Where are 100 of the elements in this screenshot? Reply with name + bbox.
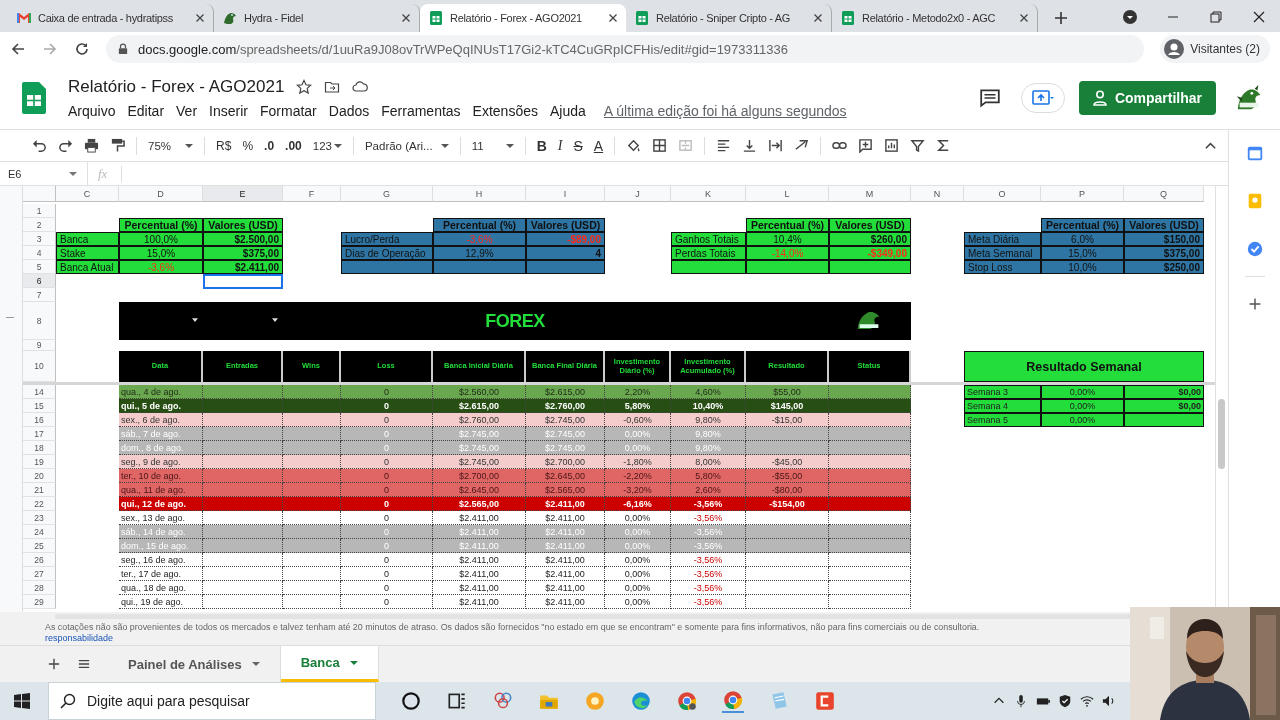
row-header[interactable]: 8	[23, 302, 56, 340]
column-header[interactable]: N	[911, 186, 964, 202]
dropdown-icon[interactable]	[1122, 9, 1138, 25]
row-header[interactable]: 22	[23, 497, 56, 511]
menu-item[interactable]: Extensões	[472, 102, 538, 119]
address-field[interactable]: docs.google.com/spreadsheets/d/1uuRa9J08ovTrWPeQqINUsT17Gi2-kTC4CuGRpICFHis/edit#gid=1973311336	[106, 35, 1145, 63]
maximize-icon[interactable]	[1208, 9, 1224, 25]
comment-icon[interactable]	[978, 86, 1001, 109]
close-icon[interactable]	[401, 13, 411, 23]
menu-item[interactable]: Ferramentas	[381, 102, 461, 119]
column-header[interactable]: L	[746, 186, 829, 202]
back-icon[interactable]	[10, 41, 26, 57]
check-icon[interactable]	[1245, 240, 1264, 258]
fill-color-icon[interactable]	[626, 138, 642, 153]
comment-icon[interactable]	[858, 138, 874, 153]
column-header[interactable]: J	[605, 186, 671, 202]
number-format-dropdown[interactable]: 123	[312, 139, 342, 152]
row-header[interactable]: 25	[23, 539, 56, 553]
reload-icon[interactable]	[74, 41, 90, 57]
selected-cell[interactable]	[203, 274, 283, 289]
column-header[interactable]: M	[829, 186, 911, 202]
document-title[interactable]: Relatório - Forex - AGO2021	[68, 76, 285, 97]
chart-icon[interactable]	[884, 138, 900, 153]
column-header[interactable]: C	[56, 186, 119, 202]
text-color-button[interactable]: A	[593, 137, 604, 154]
column-header[interactable]: F	[283, 186, 341, 202]
shield-icon[interactable]	[1058, 694, 1072, 708]
row-header[interactable]: 28	[23, 581, 56, 595]
bold-button[interactable]: B	[536, 137, 547, 154]
app-icon[interactable]	[814, 690, 836, 712]
font-size-dropdown[interactable]: 11	[471, 139, 514, 152]
row-header[interactable]: 19	[23, 455, 56, 469]
star-icon[interactable]	[296, 78, 313, 95]
column-header[interactable]: H	[433, 186, 526, 202]
wifi-icon[interactable]	[1080, 694, 1094, 708]
close-icon[interactable]	[1251, 9, 1267, 25]
microphone-icon[interactable]	[1014, 694, 1028, 708]
strikethrough-button[interactable]: S	[573, 137, 583, 154]
italic-button[interactable]: I	[557, 137, 563, 154]
redo-icon[interactable]	[58, 138, 73, 153]
browser-tab[interactable]: Caixa de entrada - hydratipss	[8, 4, 214, 32]
print-icon[interactable]	[84, 138, 99, 153]
row-header[interactable]: 17	[23, 427, 56, 441]
row-header[interactable]: 14	[23, 385, 56, 399]
row-header[interactable]: 20	[23, 469, 56, 483]
row-header[interactable]: 27	[23, 567, 56, 581]
browser-icon[interactable]	[630, 690, 652, 712]
row-header[interactable]: 10	[23, 351, 56, 382]
browser-tab[interactable]: Relatório - Forex - AGO2021	[420, 4, 626, 32]
browser-icon[interactable]	[676, 690, 698, 712]
row-header[interactable]: 9	[23, 340, 56, 351]
row-header[interactable]: 4	[23, 246, 56, 260]
search-field[interactable]: Digite aqui para pesquisar	[48, 682, 376, 720]
row-header[interactable]: 29	[23, 595, 56, 609]
calendar-icon[interactable]	[1245, 144, 1264, 162]
dropdown-icon[interactable]	[192, 318, 198, 322]
row-header[interactable]: 7	[23, 288, 56, 302]
browser-tab[interactable]: Relatório - Sniper Cripto - AG	[626, 4, 832, 32]
percent-button[interactable]: %	[242, 138, 254, 153]
speaker-icon[interactable]	[1102, 694, 1116, 708]
row-header[interactable]: 24	[23, 525, 56, 539]
menu-item[interactable]: Formatar	[259, 102, 317, 119]
row-header[interactable]: 26	[23, 553, 56, 567]
share-button[interactable]: Compartilhar	[1078, 80, 1216, 115]
wrap-icon[interactable]	[768, 138, 784, 153]
currency-button[interactable]: R$	[216, 138, 232, 153]
profile-button[interactable]: Visitantes (2)	[1160, 35, 1270, 63]
column-header[interactable]: Q	[1124, 186, 1204, 202]
row-header[interactable]: 2	[23, 218, 56, 232]
menu-item[interactable]: Editar	[127, 102, 165, 119]
dropdown-icon[interactable]	[272, 318, 278, 322]
column-header[interactable]: E	[203, 186, 283, 202]
row-header[interactable]: 21	[23, 483, 56, 497]
row-header[interactable]: 15	[23, 399, 56, 413]
close-icon[interactable]	[195, 13, 205, 23]
column-header[interactable]: K	[671, 186, 746, 202]
close-icon[interactable]	[608, 13, 618, 23]
column-header[interactable]: P	[1041, 186, 1124, 202]
menu-item[interactable]: Ajuda	[549, 102, 586, 119]
row-header[interactable]: 6	[23, 274, 56, 288]
scrollbar-thumb[interactable]	[1218, 399, 1225, 469]
column-header[interactable]: O	[964, 186, 1041, 202]
windows-icon[interactable]	[14, 693, 30, 709]
borders-icon[interactable]	[652, 138, 668, 153]
align-icon[interactable]	[716, 138, 732, 153]
vertical-align-icon[interactable]	[742, 138, 758, 153]
disclaimer-link[interactable]: responsabilidade	[45, 633, 114, 644]
rotate-text-icon[interactable]	[794, 138, 810, 153]
close-icon[interactable]	[1019, 13, 1029, 23]
row-header[interactable]: 18	[23, 441, 56, 455]
menu-item[interactable]: Inserir	[209, 102, 248, 119]
add-sheet-icon[interactable]	[48, 658, 60, 670]
column-header[interactable]: G	[341, 186, 433, 202]
row-header[interactable]: 1	[23, 204, 56, 218]
undo-icon[interactable]	[32, 138, 47, 153]
last-edit-link[interactable]: A última edição foi há alguns segundos	[603, 102, 847, 119]
font-dropdown[interactable]: Padrão (Ari...	[364, 139, 449, 152]
menu-item[interactable]: Arquivo	[68, 102, 116, 119]
increase-decimals-button[interactable]: .00	[285, 138, 302, 153]
menu-item[interactable]: Ver	[176, 102, 198, 119]
